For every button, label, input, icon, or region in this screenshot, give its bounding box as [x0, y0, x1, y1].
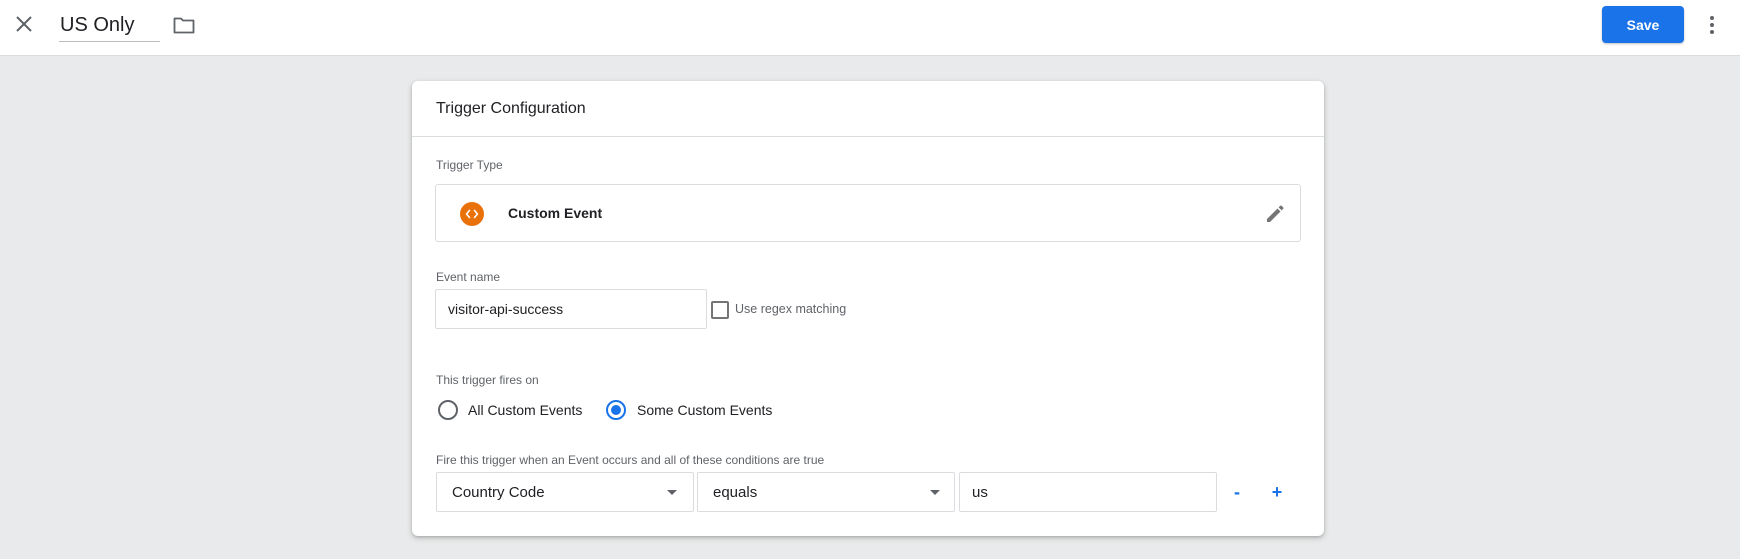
- more-vert-icon[interactable]: [1700, 10, 1724, 40]
- save-button[interactable]: Save: [1602, 6, 1684, 43]
- trigger-type-name: Custom Event: [508, 205, 603, 221]
- add-condition-button[interactable]: +: [1264, 478, 1290, 506]
- top-bar: US Only Save: [0, 0, 1740, 56]
- folder-icon[interactable]: [171, 12, 197, 38]
- radio-some-custom-events[interactable]: [606, 400, 626, 420]
- close-icon[interactable]: [10, 10, 38, 38]
- custom-event-icon: [460, 202, 484, 226]
- condition-operator-select[interactable]: equals: [697, 472, 955, 512]
- condition-variable-value: Country Code: [452, 484, 545, 501]
- trigger-type-label: Trigger Type: [436, 158, 503, 172]
- trigger-name-field[interactable]: US Only: [59, 10, 160, 42]
- regex-checkbox[interactable]: [711, 301, 729, 319]
- event-name-input[interactable]: [435, 289, 707, 329]
- card-title: Trigger Configuration: [412, 81, 1324, 137]
- radio-some-custom-events-label: Some Custom Events: [637, 402, 773, 418]
- fires-on-label: This trigger fires on: [436, 373, 539, 387]
- chevron-down-icon: [930, 490, 940, 495]
- trigger-configuration-card: Trigger Configuration Trigger Type Custo…: [412, 81, 1324, 536]
- event-name-label: Event name: [436, 270, 501, 284]
- trigger-type-selector[interactable]: Custom Event: [435, 184, 1301, 242]
- radio-all-custom-events[interactable]: [438, 400, 458, 420]
- remove-condition-button[interactable]: -: [1224, 478, 1250, 506]
- regex-checkbox-label: Use regex matching: [735, 302, 847, 316]
- radio-all-custom-events-label: All Custom Events: [468, 402, 583, 418]
- edit-pencil-icon[interactable]: [1264, 203, 1286, 225]
- chevron-down-icon: [667, 490, 677, 495]
- condition-value-input[interactable]: [959, 472, 1217, 512]
- conditions-label: Fire this trigger when an Event occurs a…: [436, 453, 825, 467]
- condition-operator-value: equals: [713, 484, 758, 501]
- condition-variable-select[interactable]: Country Code: [436, 472, 694, 512]
